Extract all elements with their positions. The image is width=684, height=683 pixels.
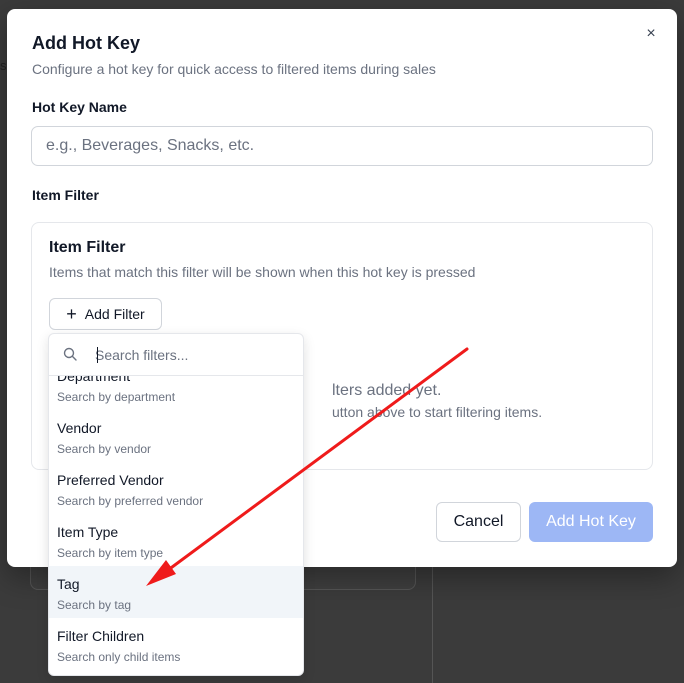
option-title: Department	[57, 376, 131, 384]
close-icon[interactable]: ×	[642, 25, 660, 43]
add-hot-key-button[interactable]: Add Hot Key	[529, 502, 653, 542]
option-description: Search by preferred vendor	[57, 494, 204, 508]
option-description: Search by department	[57, 390, 176, 404]
add-filter-button[interactable]: + Add Filter	[49, 298, 162, 330]
text-cursor	[97, 347, 98, 363]
option-title: Tag	[57, 576, 80, 592]
hot-key-name-label: Hot Key Name	[32, 99, 127, 115]
filter-options-list[interactable]: Department Search by department Vendor S…	[49, 376, 303, 675]
search-icon	[63, 347, 77, 361]
add-filter-label: Add Filter	[84, 306, 145, 322]
filter-search-input[interactable]	[95, 342, 295, 368]
filter-card-title: Item Filter	[49, 239, 126, 256]
filter-search-bar	[49, 334, 303, 376]
filter-card-description: Items that match this filter will be sho…	[49, 264, 476, 280]
hot-key-name-input[interactable]	[31, 126, 653, 166]
filter-option-item-type[interactable]: Item Type Search by item type	[49, 514, 303, 566]
option-title: Filter Children	[57, 628, 145, 644]
option-description: Search only child items	[57, 650, 181, 664]
filter-option-tag[interactable]: Tag Search by tag	[49, 566, 303, 618]
option-title: Vendor	[57, 420, 102, 436]
plus-icon: +	[66, 304, 77, 324]
background-divider	[432, 566, 433, 683]
filter-type-dropdown: Department Search by department Vendor S…	[48, 333, 304, 676]
option-title: Item Type	[57, 524, 119, 540]
dialog-subtitle: Configure a hot key for quick access to …	[32, 61, 436, 77]
option-description: Search by item type	[57, 546, 164, 560]
filter-option-preferred-vendor[interactable]: Preferred Vendor Search by preferred ven…	[49, 462, 303, 514]
option-title: Preferred Vendor	[57, 472, 164, 488]
filter-option-department[interactable]: Department Search by department	[49, 376, 303, 410]
background-text-fragment: s	[0, 58, 7, 73]
filter-option-filter-children[interactable]: Filter Children Search only child items	[49, 618, 303, 670]
item-filter-label: Item Filter	[32, 187, 99, 203]
cancel-button[interactable]: Cancel	[436, 502, 521, 542]
filter-option-vendor[interactable]: Vendor Search by vendor	[49, 410, 303, 462]
option-description: Search by tag	[57, 598, 132, 612]
dialog-title: Add Hot Key	[32, 33, 140, 53]
empty-state-title: lters added yet.	[332, 382, 442, 399]
option-description: Search by vendor	[57, 442, 152, 456]
empty-state-hint: utton above to start filtering items.	[332, 404, 543, 420]
